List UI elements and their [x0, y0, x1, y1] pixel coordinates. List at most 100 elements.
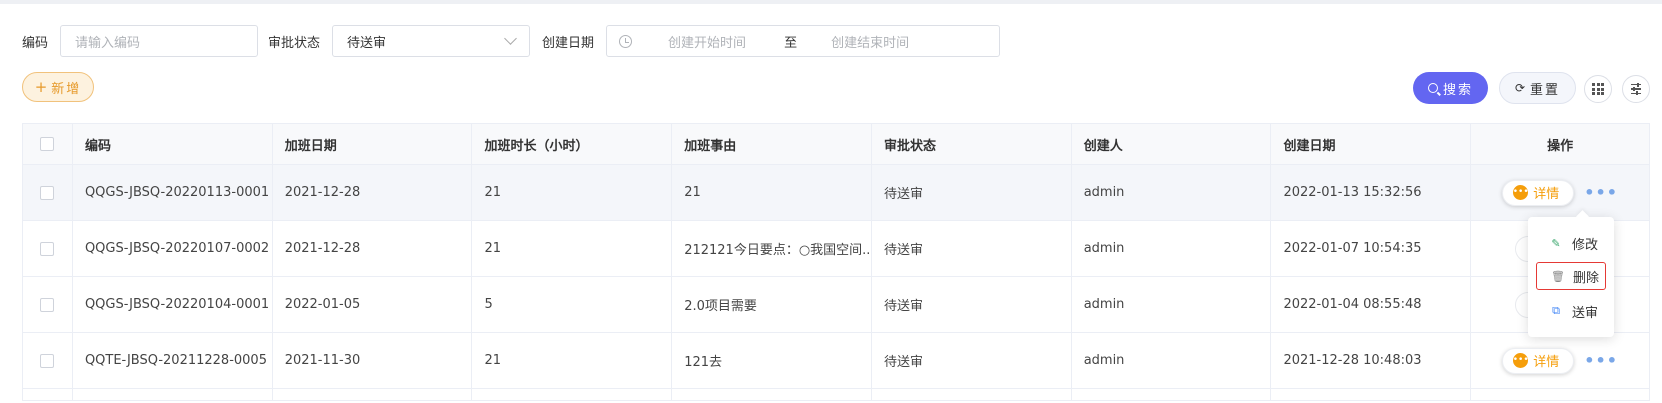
overtime-table: 编码 加班日期 加班时长（小时） 加班事由 审批状态 创建人 创建日期 操作 Q…	[22, 123, 1650, 401]
cell-overtime-date	[273, 389, 473, 400]
cell-overtime-date: 2021-11-30	[273, 333, 473, 388]
cell-actions	[1471, 389, 1649, 400]
detail-button[interactable]: ••• 详情	[1502, 347, 1575, 374]
add-button[interactable]: + 新增	[22, 72, 94, 102]
table-row[interactable]: QQTE-JBSQ-20211228-0005 2021-11-30 21 12…	[23, 333, 1649, 389]
header-reason[interactable]: 加班事由	[672, 124, 872, 164]
cell-creator: admin	[1072, 277, 1272, 332]
clock-icon	[619, 34, 633, 48]
row-checkbox[interactable]	[40, 185, 55, 200]
row-actions-menu: ✎ 修改 🗑 删除 ⧉ 送审	[1528, 217, 1614, 337]
row-checkbox[interactable]	[40, 297, 55, 312]
cell-reason: 21	[672, 165, 872, 220]
plus-icon: +	[34, 78, 48, 96]
status-select[interactable]: 待送审	[332, 25, 531, 57]
cell-status: 待送审	[872, 333, 1072, 388]
date-range-separator: 至	[784, 35, 798, 51]
cell-created-date: 2022-01-13 15:32:56	[1271, 165, 1472, 220]
header-overtime-date[interactable]: 加班日期	[273, 124, 473, 164]
cell-overtime-hours	[472, 389, 673, 400]
table-row[interactable]: QQGS-JBSQ-20220104-0001 2022-01-05 5 2.0…	[23, 277, 1649, 333]
cell-reason: 212121今日要点：○我国空间...	[672, 221, 872, 276]
row-checkbox[interactable]	[40, 353, 55, 368]
row-select-cell	[23, 221, 73, 276]
table-row-partial	[23, 389, 1649, 401]
row-select-cell	[23, 165, 73, 220]
row-select-cell	[23, 389, 73, 400]
cell-status	[872, 389, 1072, 400]
cell-overtime-date: 2021-12-28	[273, 221, 473, 276]
cell-actions: ••• 详情 •••	[1471, 165, 1649, 220]
cell-status: 待送审	[872, 165, 1072, 220]
filter-bar: 编码 请输入编码 审批状态 待送审 创建日期 创建开始时间 至 创建结束时间	[22, 25, 1001, 57]
top-divider	[0, 0, 1662, 4]
header-code[interactable]: 编码	[73, 124, 273, 164]
reset-button[interactable]: ⟳ 重置	[1499, 72, 1576, 104]
cell-code: QQTE-JBSQ-20211228-0005	[73, 333, 273, 388]
detail-button-label: 详情	[1533, 187, 1560, 202]
menu-item-delete-label: 删除	[1573, 270, 1600, 286]
row-checkbox[interactable]	[40, 241, 55, 256]
row-select-cell	[23, 277, 73, 332]
cell-code: QQGS-JBSQ-20220104-0001	[73, 277, 273, 332]
cell-overtime-date: 2022-01-05	[273, 277, 473, 332]
date-start-input[interactable]: 创建开始时间	[668, 32, 746, 51]
cell-overtime-hours: 5	[472, 277, 673, 332]
date-label: 创建日期	[542, 35, 595, 51]
cell-overtime-hours: 21	[472, 221, 673, 276]
cell-reason	[672, 389, 872, 400]
header-status[interactable]: 审批状态	[872, 124, 1072, 164]
cell-creator: admin	[1072, 333, 1272, 388]
status-select-value: 待送审	[347, 35, 387, 51]
more-circle-icon: •••	[1513, 185, 1529, 200]
menu-item-edit-label: 修改	[1572, 237, 1599, 253]
header-actions: 操作	[1547, 138, 1574, 154]
more-actions-icon[interactable]: •••	[1584, 183, 1618, 202]
refresh-icon: ⟳	[1514, 81, 1526, 95]
search-button[interactable]: 搜索	[1413, 72, 1488, 104]
menu-item-edit[interactable]: ✎ 修改	[1536, 229, 1606, 257]
detail-button-label: 详情	[1533, 355, 1560, 370]
cell-code	[73, 389, 273, 400]
cell-overtime-date: 2021-12-28	[273, 165, 473, 220]
cell-created-date: 2022-01-04 08:55:48	[1271, 277, 1472, 332]
trash-icon: 🗑	[1551, 269, 1565, 283]
row-select-cell	[23, 333, 73, 388]
table-row[interactable]: QQGS-JBSQ-20220107-0002 2021-12-28 21 21…	[23, 221, 1649, 277]
select-all-checkbox[interactable]	[40, 137, 55, 151]
menu-item-submit-label: 送审	[1572, 305, 1599, 321]
header-creator[interactable]: 创建人	[1072, 124, 1272, 164]
cell-creator: admin	[1072, 165, 1272, 220]
cell-code: QQGS-JBSQ-20220107-0002	[73, 221, 273, 276]
cell-status: 待送审	[872, 221, 1072, 276]
header-overtime-hours[interactable]: 加班时长（小时）	[472, 124, 673, 164]
header-created-date[interactable]: 创建日期	[1271, 124, 1472, 164]
cell-created-date: 2022-01-07 10:54:35	[1271, 221, 1472, 276]
cell-status: 待送审	[872, 277, 1072, 332]
code-label: 编码	[22, 35, 49, 51]
menu-item-delete[interactable]: 🗑 删除	[1536, 262, 1606, 290]
search-button-label: 搜索	[1442, 82, 1473, 98]
cell-overtime-hours: 21	[472, 333, 673, 388]
menu-item-submit[interactable]: ⧉ 送审	[1536, 297, 1606, 325]
more-circle-icon: •••	[1513, 353, 1529, 368]
edit-icon: ✎	[1551, 236, 1561, 250]
code-input[interactable]: 请输入编码	[60, 25, 259, 57]
date-range-picker[interactable]: 创建开始时间 至 创建结束时间	[606, 25, 1001, 57]
cell-reason: 2.0项目需要	[672, 277, 872, 332]
code-placeholder: 请输入编码	[75, 35, 141, 51]
detail-button[interactable]: ••• 详情	[1502, 179, 1575, 206]
cell-creator: admin	[1072, 221, 1272, 276]
sliders-icon	[1631, 82, 1641, 96]
cell-created-date	[1271, 389, 1472, 400]
search-icon	[1427, 83, 1438, 93]
chevron-down-icon	[504, 32, 517, 45]
more-actions-icon[interactable]: •••	[1584, 351, 1618, 370]
date-end-input[interactable]: 创建结束时间	[831, 32, 909, 51]
table-row[interactable]: QQGS-JBSQ-20220113-0001 2021-12-28 21 21…	[23, 165, 1649, 221]
density-button[interactable]	[1584, 75, 1612, 103]
cell-created-date: 2021-12-28 10:48:03	[1271, 333, 1472, 388]
column-settings-button[interactable]	[1622, 75, 1650, 103]
cell-reason: 121去	[672, 333, 872, 388]
cell-actions: ••• 详情 •••	[1471, 333, 1649, 388]
